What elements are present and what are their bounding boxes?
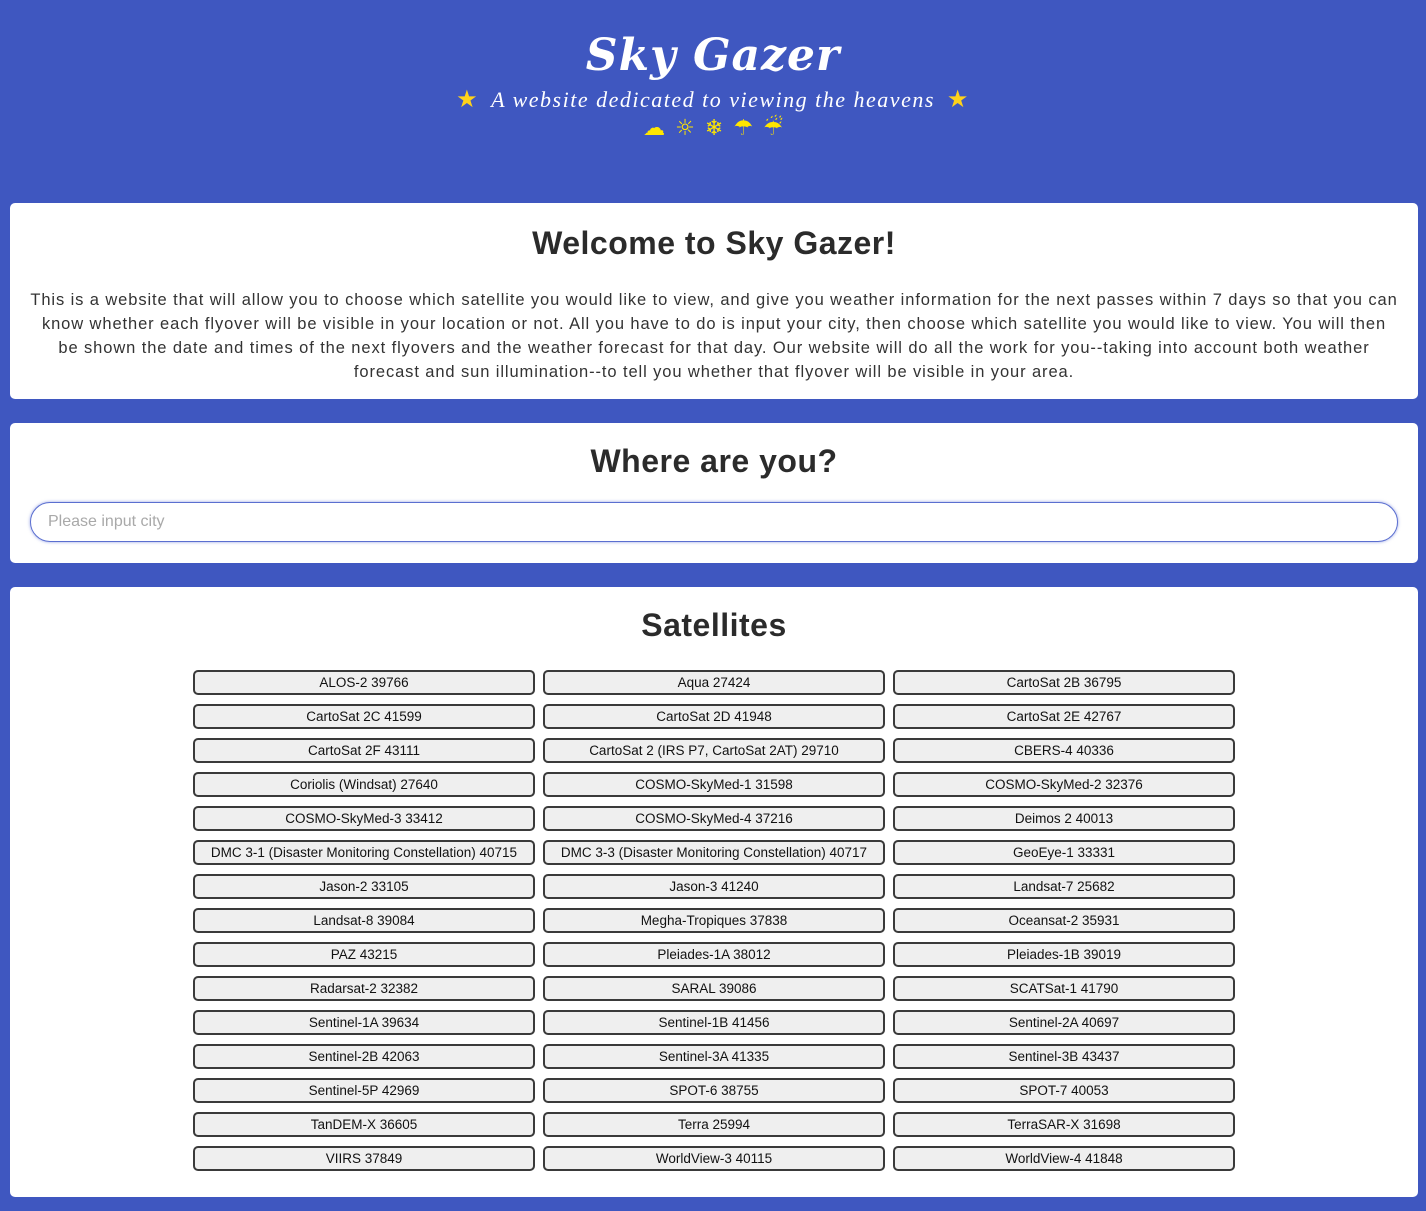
satellite-button[interactable]: DMC 3-1 (Disaster Monitoring Constellati…	[193, 840, 535, 865]
sun-icon: ☼	[675, 116, 695, 141]
satellite-button[interactable]: COSMO-SkyMed-1 31598	[543, 772, 885, 797]
site-title: Sky Gazer	[585, 30, 841, 81]
satellite-button[interactable]: Radarsat-2 32382	[193, 976, 535, 1001]
satellites-heading: Satellites	[641, 607, 787, 643]
satellite-button[interactable]: SPOT-6 38755	[543, 1078, 885, 1103]
location-heading: Where are you?	[590, 443, 838, 479]
satellite-button[interactable]: Sentinel-2B 42063	[193, 1044, 535, 1069]
welcome-card: Welcome to Sky Gazer! This is a website …	[10, 203, 1418, 399]
site-tagline: A website dedicated to viewing the heave…	[491, 87, 935, 112]
satellite-button[interactable]: CartoSat 2D 41948	[543, 704, 885, 729]
satellite-button[interactable]: Jason-3 41240	[543, 874, 885, 899]
satellite-button[interactable]: TerraSAR-X 31698	[893, 1112, 1235, 1137]
site-header: Sky Gazer ★ A website dedicated to viewi…	[0, 0, 1426, 190]
satellite-button[interactable]: Sentinel-1A 39634	[193, 1010, 535, 1035]
satellite-button[interactable]: Pleiades-1B 39019	[893, 942, 1235, 967]
satellite-button[interactable]: CartoSat 2B 36795	[893, 670, 1235, 695]
satellite-button[interactable]: WorldView-3 40115	[543, 1146, 885, 1171]
satellite-button[interactable]: PAZ 43215	[193, 942, 535, 967]
weather-icons-row: ☁ ☼ ❄ ☂ ☔	[0, 116, 1426, 142]
welcome-heading: Welcome to Sky Gazer!	[532, 225, 896, 261]
satellite-button[interactable]: COSMO-SkyMed-2 32376	[893, 772, 1235, 797]
satellite-button[interactable]: Sentinel-1B 41456	[543, 1010, 885, 1035]
satellite-button-grid: ALOS-2 39766 Aqua 27424 CartoSat 2B 36795 C…	[10, 670, 1418, 1171]
satellite-button[interactable]: WorldView-4 41848	[893, 1146, 1235, 1171]
tagline-row: ★ A website dedicated to viewing the hea…	[0, 86, 1426, 114]
satellite-button[interactable]: Coriolis (Windsat) 27640	[193, 772, 535, 797]
satellite-button[interactable]: CartoSat 2 (IRS P7, CartoSat 2AT) 29710	[543, 738, 885, 763]
welcome-description: This is a website that will allow you to…	[30, 291, 1398, 381]
satellite-button[interactable]: SPOT-7 40053	[893, 1078, 1235, 1103]
satellite-button[interactable]: TanDEM-X 36605	[193, 1112, 535, 1137]
satellite-button[interactable]: Deimos 2 40013	[893, 806, 1235, 831]
satellite-button[interactable]: Sentinel-3A 41335	[543, 1044, 885, 1069]
satellite-button[interactable]: SCATSat-1 41790	[893, 976, 1235, 1001]
rain-cloud-icon: ☔	[763, 116, 783, 141]
satellite-button[interactable]: CBERS-4 40336	[893, 738, 1235, 763]
satellite-button[interactable]: Sentinel-3B 43437	[893, 1044, 1235, 1069]
satellite-button[interactable]: COSMO-SkyMed-3 33412	[193, 806, 535, 831]
location-card: Where are you?	[10, 423, 1418, 563]
satellite-button[interactable]: SARAL 39086	[543, 976, 885, 1001]
satellite-button[interactable]: Aqua 27424	[543, 670, 885, 695]
satellite-button[interactable]: Sentinel-5P 42969	[193, 1078, 535, 1103]
satellite-button[interactable]: Sentinel-2A 40697	[893, 1010, 1235, 1035]
satellite-button[interactable]: GeoEye-1 33331	[893, 840, 1235, 865]
cloud-icon: ☁	[643, 116, 666, 141]
satellite-button[interactable]: COSMO-SkyMed-4 37216	[543, 806, 885, 831]
satellite-button[interactable]: Landsat-7 25682	[893, 874, 1235, 899]
satellite-button[interactable]: CartoSat 2C 41599	[193, 704, 535, 729]
star-icon: ★	[946, 87, 970, 113]
satellite-button[interactable]: Terra 25994	[543, 1112, 885, 1137]
city-input[interactable]	[30, 502, 1398, 542]
satellite-button[interactable]: Megha-Tropiques 37838	[543, 908, 885, 933]
satellite-button[interactable]: Pleiades-1A 38012	[543, 942, 885, 967]
umbrella-icon: ☂	[733, 116, 754, 141]
satellite-button[interactable]: VIIRS 37849	[193, 1146, 535, 1171]
satellite-button[interactable]: ALOS-2 39766	[193, 670, 535, 695]
satellite-button[interactable]: Oceansat-2 35931	[893, 908, 1235, 933]
satellite-button[interactable]: Jason-2 33105	[193, 874, 535, 899]
satellite-button[interactable]: Landsat-8 39084	[193, 908, 535, 933]
star-icon: ★	[456, 87, 480, 113]
satellite-button[interactable]: CartoSat 2E 42767	[893, 704, 1235, 729]
snowflake-icon: ❄	[704, 116, 724, 141]
satellites-card: Satellites ALOS-2 39766 Aqua 27424 CartoSa…	[10, 587, 1418, 1197]
satellite-button[interactable]: DMC 3-3 (Disaster Monitoring Constellati…	[543, 840, 885, 865]
satellite-button[interactable]: CartoSat 2F 43111	[193, 738, 535, 763]
